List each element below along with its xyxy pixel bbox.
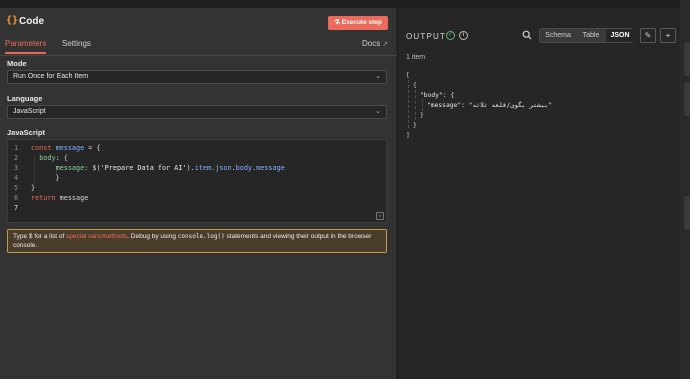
- view-table[interactable]: Table: [576, 29, 606, 42]
- code-line: return message: [31, 194, 89, 202]
- background-tab: [684, 82, 690, 116]
- hint-banner: Type $ for a list of special vars/method…: [7, 229, 387, 253]
- json-guide: [408, 80, 409, 128]
- background-tab: [684, 196, 690, 230]
- code-icon: {}: [6, 15, 19, 26]
- code-line: }: [31, 184, 36, 192]
- output-panel: OUTPUT ✓ i Schema Table JSON ✎ ⌖ 1 item …: [398, 8, 680, 379]
- mode-value: Run Once for Each Item: [13, 73, 89, 80]
- json-line: {: [413, 82, 417, 89]
- line-number: 4: [14, 174, 19, 182]
- view-schema[interactable]: Schema: [540, 29, 576, 42]
- json-line: "message": "بیشتر بگوی/قلعه ثلاثه": [427, 102, 553, 109]
- node-title: Code: [19, 16, 44, 27]
- line-number: 2: [14, 154, 19, 162]
- chevron-down-icon: ⌄: [375, 108, 381, 115]
- pin-icon[interactable]: ⌖: [660, 28, 676, 43]
- line-number: 6: [14, 194, 19, 202]
- code-line: body: {: [39, 154, 68, 162]
- expand-icon[interactable]: ⇲: [376, 212, 384, 220]
- code-label: JavaScript: [7, 128, 45, 137]
- search-icon[interactable]: [522, 30, 532, 40]
- docs-link[interactable]: Docs ↗: [362, 39, 388, 48]
- tab-bar: Parameters Settings: [0, 36, 397, 56]
- play-icon: ⚗: [334, 19, 340, 26]
- line-number: 7: [14, 204, 19, 212]
- language-label: Language: [7, 94, 43, 103]
- json-line: }: [413, 122, 417, 129]
- json-line: "body": {: [420, 92, 455, 99]
- mode-select[interactable]: Run Once for Each Item ⌄: [7, 70, 387, 84]
- code-editor[interactable]: 1 const message = { 2 body: { 3 message:…: [7, 139, 387, 223]
- chevron-down-icon: ⌄: [375, 73, 381, 80]
- json-line: ]: [406, 132, 410, 139]
- code-line: }: [31, 174, 60, 182]
- output-title: OUTPUT: [406, 32, 447, 41]
- external-link-icon: ↗: [382, 41, 389, 48]
- view-json[interactable]: JSON: [606, 29, 634, 42]
- info-icon[interactable]: i: [459, 31, 468, 40]
- items-count: 1 item: [406, 54, 426, 61]
- line-number: 1: [14, 144, 19, 152]
- parameters-panel: {} Code ⚗ Execute step Parameters Settin…: [0, 8, 397, 379]
- line-number: 3: [14, 164, 19, 172]
- mode-label: Mode: [7, 59, 27, 68]
- console-log-code: console.log(): [177, 233, 225, 240]
- line-number: 5: [14, 184, 19, 192]
- tab-settings[interactable]: Settings: [62, 39, 91, 48]
- special-vars-link[interactable]: special vars/methods: [66, 233, 127, 240]
- node-header: {} Code ⚗ Execute step: [0, 8, 397, 36]
- json-guide: [415, 90, 416, 120]
- tab-parameters[interactable]: Parameters: [5, 39, 47, 54]
- view-switcher: Schema Table JSON: [539, 28, 634, 43]
- hint-text: Type $ for a list of: [13, 233, 67, 240]
- code-line: message: $('Prepare Data for AI').item.j…: [55, 164, 285, 172]
- edit-pencil-icon[interactable]: ✎: [640, 28, 656, 43]
- json-line: [: [406, 72, 410, 79]
- code-line: const message = {: [31, 144, 101, 152]
- execute-step-button[interactable]: ⚗ Execute step: [328, 16, 388, 30]
- background-tab: [684, 42, 690, 76]
- execute-step-label: Execute step: [341, 19, 382, 26]
- language-value: JavaScript: [13, 108, 46, 115]
- docs-label: Docs: [362, 39, 381, 48]
- json-guide: [422, 99, 423, 111]
- json-line: }: [420, 112, 424, 119]
- success-check-icon: ✓: [446, 31, 455, 40]
- language-select[interactable]: JavaScript ⌄: [7, 105, 387, 119]
- hint-text: . Debug by using: [127, 233, 178, 240]
